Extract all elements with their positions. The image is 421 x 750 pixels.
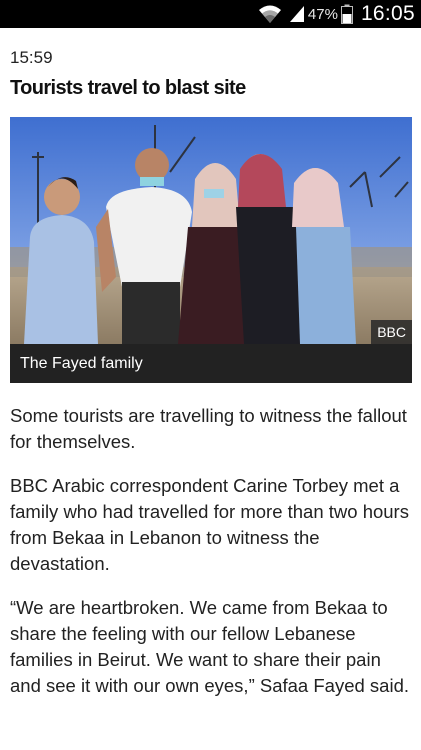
- clock: 16:05: [360, 2, 415, 25]
- post-headline: Tourists travel to blast site: [10, 77, 246, 99]
- status-bar: 47% 16:05: [0, 0, 421, 28]
- battery-icon: [340, 4, 353, 24]
- article-figure: BBC The Fayed family: [10, 117, 412, 383]
- article-paragraph: “We are heartbroken. We came from Bekaa …: [10, 597, 409, 696]
- article: 15:59 Tourists travel to blast site BBC …: [10, 28, 412, 699]
- post-timestamp: 15:59: [10, 48, 53, 67]
- photo-credit: BBC: [371, 320, 412, 344]
- wifi-icon: [257, 3, 283, 25]
- battery-percent: 47%: [307, 5, 338, 23]
- signal-icon: [289, 5, 305, 23]
- article-paragraph: Some tourists are travelling to witness …: [10, 405, 407, 452]
- family-photo[interactable]: BBC: [10, 117, 412, 344]
- article-paragraph: BBC Arabic correspondent Carine Torbey m…: [10, 475, 409, 574]
- photo-caption: The Fayed family: [10, 344, 412, 383]
